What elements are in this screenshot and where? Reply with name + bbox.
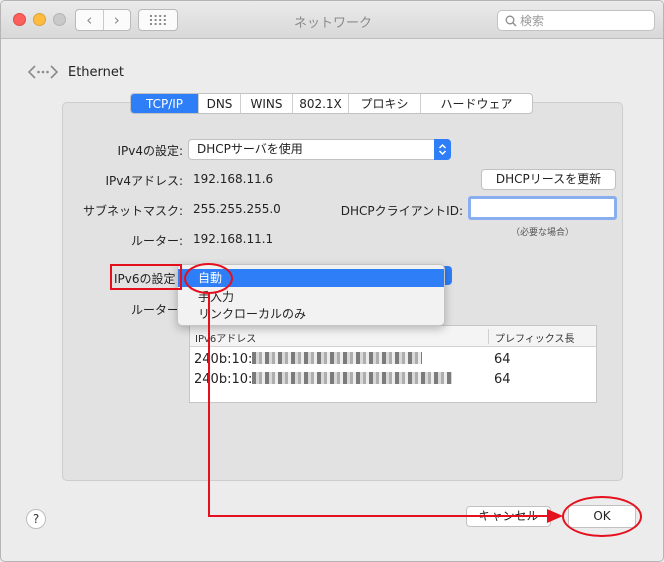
ok-button-highlight-circle: [562, 496, 642, 537]
ipv6-address-cell: 240b:10:: [194, 372, 253, 387]
search-input[interactable]: [520, 13, 648, 28]
network-preferences-window: ‹ › ネットワーク Ethernet: [0, 0, 664, 562]
tab-bar: TCP/IP DNS WINS 802.1X プロキシ ハードウェア: [130, 93, 533, 114]
redacted-address-mask: [252, 372, 453, 384]
help-button[interactable]: ?: [26, 509, 46, 529]
ipv4-config-select[interactable]: DHCPサーバを使用: [188, 139, 451, 160]
automatic-option-highlight-circle: [184, 263, 233, 294]
tab-8021x[interactable]: 802.1X: [293, 94, 349, 113]
dropdown-option-link-local-only[interactable]: リンクローカルのみ: [178, 305, 444, 323]
tab-tcpip[interactable]: TCP/IP: [131, 94, 199, 113]
subnet-mask-value: 255.255.255.0: [193, 202, 281, 216]
subnet-mask-label: サブネットマスク:: [82, 204, 183, 218]
tab-proxy[interactable]: プロキシ: [349, 94, 421, 113]
table-header: IPv6アドレス プレフィックス長: [190, 326, 596, 347]
select-stepper-icon: [434, 139, 451, 160]
title-bar: ‹ › ネットワーク: [1, 1, 663, 39]
renew-dhcp-lease-button[interactable]: DHCPリースを更新: [481, 169, 616, 190]
column-divider: [488, 329, 489, 344]
search-field[interactable]: [497, 10, 655, 31]
ipv4-address-label: IPv4アドレス:: [105, 174, 183, 188]
search-icon: [505, 15, 517, 27]
table-row: 240b:10:: [194, 372, 453, 387]
ipv4-router-value: 192.168.11.1: [193, 232, 274, 246]
ipv4-config-value: DHCPサーバを使用: [197, 142, 303, 156]
ipv4-router-label: ルーター:: [130, 234, 183, 248]
ipv6-address-table: IPv6アドレス プレフィックス長 240b:10: 64 240b:10: 6…: [189, 325, 597, 403]
cancel-button[interactable]: キャンセル: [466, 506, 551, 527]
dhcp-client-id-field[interactable]: [468, 196, 617, 220]
tab-dns[interactable]: DNS: [199, 94, 241, 113]
ipv4-address-value: 192.168.11.6: [193, 172, 274, 186]
ipv4-config-label: IPv4の設定:: [117, 144, 183, 158]
column-header-prefix-length: プレフィックス長: [495, 334, 575, 345]
client-id-hint: （必要な場合）: [510, 228, 574, 238]
tab-wins[interactable]: WINS: [241, 94, 293, 113]
tab-hardware[interactable]: ハードウェア: [421, 94, 532, 113]
column-header-ipv6-address: IPv6アドレス: [195, 334, 257, 345]
redacted-address-mask: [252, 352, 423, 364]
ipv6-label-highlight-box: [110, 264, 182, 290]
interface-name: Ethernet: [68, 65, 124, 80]
dhcp-client-id-label: DHCPクライアントID:: [340, 204, 463, 218]
ipv6-address-cell: 240b:10:: [194, 352, 253, 367]
table-row: 240b:10:: [194, 352, 423, 367]
ipv6-router-label: ルーター: [130, 303, 179, 317]
prefix-length-cell: 64: [494, 372, 511, 387]
ethernet-icon: [27, 65, 59, 79]
prefix-length-cell: 64: [494, 352, 511, 367]
